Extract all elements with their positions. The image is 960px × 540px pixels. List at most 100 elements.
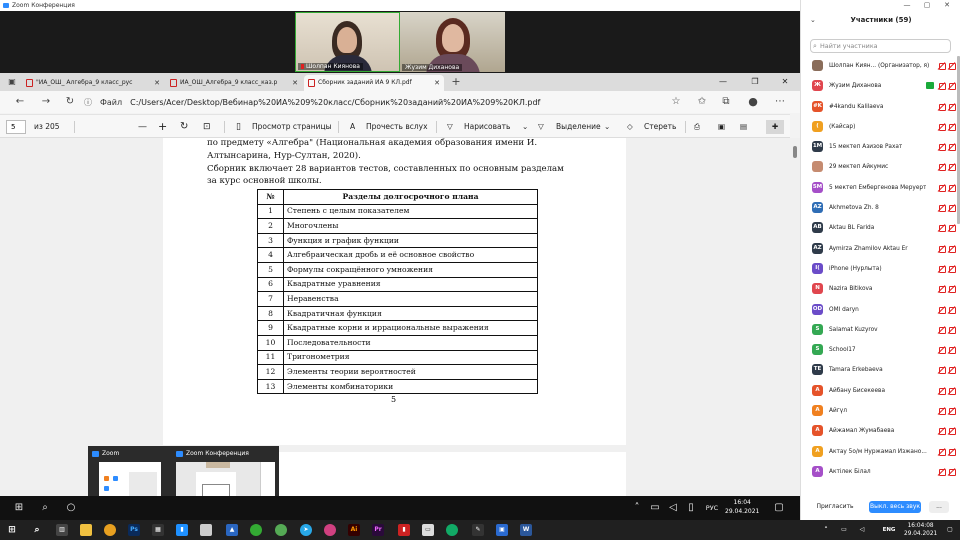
draw-button[interactable]: Нарисовать xyxy=(464,120,510,134)
mic-muted-icon[interactable] xyxy=(938,306,946,314)
mic-muted-icon[interactable] xyxy=(938,184,946,192)
mic-muted-icon[interactable] xyxy=(938,448,946,456)
file-explorer-icon[interactable] xyxy=(80,524,92,536)
scroll-thumb[interactable] xyxy=(793,146,797,158)
mic-muted-icon[interactable] xyxy=(938,204,946,213)
participant-row[interactable]: A Актілек Білал xyxy=(801,462,958,482)
battery-icon[interactable]: ▯ xyxy=(684,501,698,515)
pdf-scrollbar[interactable] xyxy=(790,138,800,496)
language-indicator[interactable]: ENG xyxy=(878,524,900,536)
search-icon[interactable]: ⌕ xyxy=(38,501,52,515)
zoom-app-icon[interactable]: ▮ xyxy=(176,524,188,536)
volume-icon[interactable]: ◁ xyxy=(666,501,680,515)
highlight-button[interactable]: Выделение xyxy=(556,120,601,134)
participant-row[interactable]: A Айжамал Жумабаева xyxy=(801,421,958,441)
folder-icon[interactable] xyxy=(200,524,212,536)
pin-icon[interactable]: ✚ xyxy=(766,120,784,134)
participant-row[interactable]: I(iPhone (Нурлыта) xyxy=(801,259,958,279)
participant-row[interactable]: 5M 5 мектеп Ембергенова Меруерт xyxy=(801,178,958,198)
chevron-up-icon[interactable]: ˄ xyxy=(630,501,644,515)
mic-muted-icon[interactable] xyxy=(938,123,946,131)
more-button[interactable]: ... xyxy=(929,501,949,513)
new-tab-button[interactable]: + xyxy=(448,74,464,90)
task-view-icon[interactable]: ▥ xyxy=(56,524,68,536)
app-icon[interactable]: ▮ xyxy=(398,524,410,536)
chevron-down-icon[interactable]: ⌄ xyxy=(522,120,528,134)
mic-muted-icon[interactable] xyxy=(938,62,946,70)
rotate-icon[interactable]: ↻ xyxy=(180,120,188,134)
participant-row[interactable]: ((Кайсар) xyxy=(801,117,958,137)
more-menu-icon[interactable]: ⋯ xyxy=(772,94,788,110)
tab-actions-icon[interactable]: ▣ xyxy=(4,74,20,90)
search-icon[interactable]: ⌕ xyxy=(31,524,43,536)
refresh-icon[interactable]: ↻ xyxy=(62,94,78,110)
read-mode-icon[interactable]: ☆ xyxy=(668,94,684,110)
participant-row[interactable]: Шолпан Киян... (Организатор, я) xyxy=(801,56,958,76)
app-icon[interactable] xyxy=(250,524,262,536)
video-tile-participant[interactable]: Жузим Диханова xyxy=(400,12,505,72)
mic-muted-icon[interactable] xyxy=(938,163,946,172)
windows-start-icon[interactable]: ⊞ xyxy=(6,524,18,536)
participant-row[interactable]: Ж Жузим Диханова xyxy=(801,76,958,96)
print-icon[interactable]: ⎙ xyxy=(694,120,700,134)
telegram-icon[interactable]: ➤ xyxy=(300,524,312,536)
app-icon[interactable] xyxy=(324,524,336,536)
url-field[interactable]: ⓘ Файл C:/Users/Acer/Desktop/Вебинар%20ИА%… xyxy=(84,95,540,109)
participant-row[interactable]: A Айбану Бисекеева xyxy=(801,381,958,401)
participant-row[interactable]: N Nazira Bitikova xyxy=(801,279,958,299)
mic-muted-icon[interactable] xyxy=(938,326,946,334)
zoom-in-button[interactable]: + xyxy=(158,120,167,134)
tab-algebra-rus[interactable]: "ИА_ОШ_ Алгебра_9 класс_рус ✕ xyxy=(22,75,164,91)
profile-avatar-icon[interactable]: ● xyxy=(745,94,761,110)
mic-muted-icon[interactable] xyxy=(938,82,946,91)
participant-row[interactable]: 29 мектеп Айкумис xyxy=(801,157,958,177)
participant-row[interactable]: A Айгүл xyxy=(801,401,958,421)
fit-page-icon[interactable]: ⊡ xyxy=(203,120,211,134)
mute-all-button[interactable]: Выкл. весь звук xyxy=(869,501,921,513)
participant-row[interactable]: 1M 15 мектеп Азизов Рахат xyxy=(801,137,958,157)
collections-icon[interactable]: ⧉ xyxy=(718,94,734,110)
page-view-button[interactable]: Просмотр страницы xyxy=(252,120,332,134)
back-icon[interactable]: ← xyxy=(12,94,28,110)
app-icon[interactable] xyxy=(275,524,287,536)
app-icon[interactable]: ▭ xyxy=(422,524,434,536)
participant-search-input[interactable]: Найти участника xyxy=(810,39,951,53)
mic-muted-icon[interactable] xyxy=(938,346,946,355)
premiere-icon[interactable]: Pr xyxy=(372,524,384,536)
participant-list[interactable]: Шолпан Киян... (Организатор, я) Ж Жузим Ди… xyxy=(801,56,958,482)
save-icon[interactable]: ▣ xyxy=(718,120,725,134)
participant-row[interactable]: #K #4kandu Kalilaeva xyxy=(801,97,958,117)
network-icon[interactable]: ▭ xyxy=(838,524,850,536)
minimize-icon[interactable]: — xyxy=(897,0,917,11)
language-indicator[interactable]: РУС xyxy=(700,501,724,515)
participant-row[interactable]: OD OMI daryn xyxy=(801,300,958,320)
chevron-up-icon[interactable]: ˄ xyxy=(820,524,832,536)
mic-muted-icon[interactable] xyxy=(938,224,946,233)
word-icon[interactable]: W xyxy=(520,524,532,536)
save-as-icon[interactable]: ▤ xyxy=(740,120,747,134)
mic-muted-icon[interactable] xyxy=(938,387,946,395)
mic-muted-icon[interactable] xyxy=(938,285,946,294)
mic-muted-icon[interactable] xyxy=(938,407,946,416)
media-icon[interactable]: ▦ xyxy=(152,524,164,536)
participant-row[interactable]: A Актау 5о/м Нуржамал Изжано... xyxy=(801,442,958,462)
tab-sbornik[interactable]: Сборник заданий ИА 9 КЛ.pdf ✕ xyxy=(304,75,444,91)
mic-muted-icon[interactable] xyxy=(938,103,946,111)
participant-row[interactable]: TE Tamara Erkebaeva xyxy=(801,360,958,380)
app-icon[interactable]: ▣ xyxy=(496,524,508,536)
mic-muted-icon[interactable] xyxy=(938,265,946,273)
network-icon[interactable]: ▭ xyxy=(648,501,662,515)
mic-muted-icon[interactable] xyxy=(938,143,946,152)
participant-row[interactable]: S Salamat Kuzyrov xyxy=(801,320,958,340)
zoom-out-button[interactable]: — xyxy=(138,120,147,134)
invite-button[interactable]: Пригласить xyxy=(810,501,860,513)
participant-row[interactable]: S School17 xyxy=(801,340,958,360)
erase-button[interactable]: Стереть xyxy=(644,120,676,134)
app-icon[interactable] xyxy=(446,524,458,536)
forward-icon[interactable]: → xyxy=(38,94,54,110)
read-aloud-button[interactable]: Прочесть вслух xyxy=(366,120,428,134)
mic-muted-icon[interactable] xyxy=(938,427,946,436)
mic-muted-icon[interactable] xyxy=(938,468,946,476)
task-view-icon[interactable]: ○ xyxy=(64,501,78,515)
close-window-icon[interactable]: ✕ xyxy=(770,73,800,91)
